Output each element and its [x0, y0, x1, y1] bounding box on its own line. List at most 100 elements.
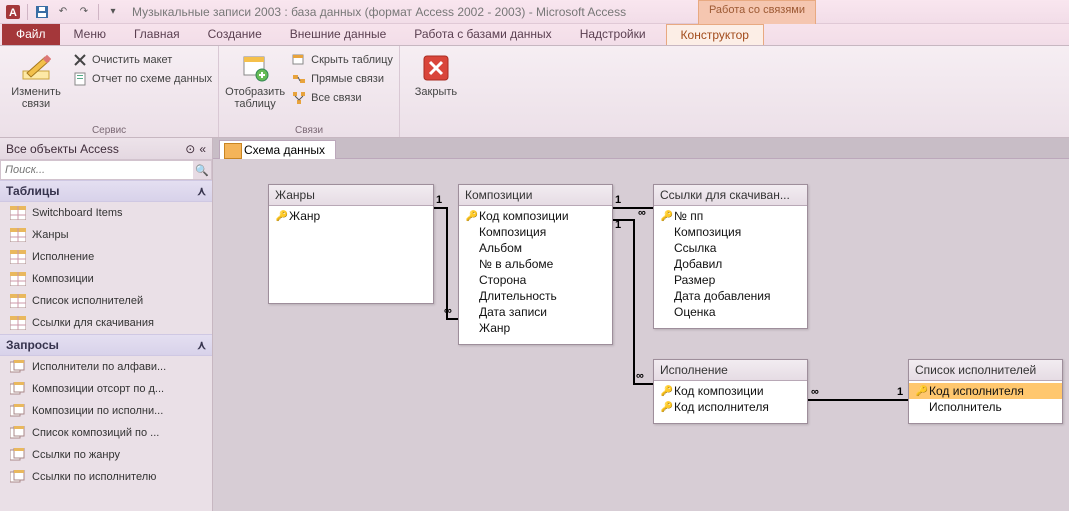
edit-relations-icon: [20, 52, 52, 84]
field-name: Жанр: [289, 209, 320, 223]
document-tab-label: Схема данных: [244, 143, 325, 157]
nav-table-item[interactable]: Список исполнителей: [0, 290, 212, 312]
nav-table-item[interactable]: Исполнение: [0, 246, 212, 268]
nav-query-item[interactable]: Ссылки по исполнителю: [0, 466, 212, 488]
close-button[interactable]: Закрыть: [406, 48, 466, 98]
schema-field[interactable]: Альбом: [459, 240, 612, 256]
schema-table-links[interactable]: Ссылки для скачиван... 🔑№ ппКомпозицияСс…: [653, 184, 808, 329]
nav-query-item[interactable]: Композиции по исполни...: [0, 400, 212, 422]
schema-field[interactable]: Исполнитель: [909, 399, 1062, 415]
qat-more-icon[interactable]: ▾: [104, 3, 122, 21]
schema-field[interactable]: 🔑Код композиции: [654, 383, 807, 399]
search-input[interactable]: [1, 162, 193, 178]
nav-item-label: Switchboard Items: [32, 207, 122, 219]
hide-table-label: Скрыть таблицу: [311, 54, 393, 66]
schema-table-performance[interactable]: Исполнение 🔑Код композиции🔑Код исполните…: [653, 359, 808, 424]
nav-item-label: Список исполнителей: [32, 295, 143, 307]
field-name: Сторона: [479, 273, 526, 287]
show-table-button[interactable]: Отобразить таблицу: [225, 48, 285, 110]
nav-collapse-icon[interactable]: «: [199, 142, 206, 156]
field-name: Оценка: [674, 305, 716, 319]
schema-field[interactable]: 🔑Жанр: [269, 208, 433, 224]
clear-layout-label: Очистить макет: [92, 54, 172, 66]
nav-header[interactable]: Все объекты Access ⊙ «: [0, 138, 212, 160]
field-name: Исполнитель: [929, 400, 1002, 414]
nav-group-queries[interactable]: Запросы ⋏: [0, 334, 212, 356]
nav-query-item[interactable]: Композиции отсорт по д...: [0, 378, 212, 400]
save-icon[interactable]: [33, 3, 51, 21]
undo-icon[interactable]: ↶: [54, 3, 72, 21]
schema-report-button[interactable]: Отчет по схеме данных: [72, 71, 212, 87]
direct-relations-button[interactable]: Прямые связи: [291, 71, 393, 87]
schema-table-compositions[interactable]: Композиции 🔑Код композицииКомпозицияАльб…: [458, 184, 613, 345]
tab-designer[interactable]: Конструктор: [666, 24, 764, 45]
schema-field[interactable]: 🔑Код исполнителя: [654, 399, 807, 415]
nav-query-item[interactable]: Список композиций по ...: [0, 422, 212, 444]
nav-item-label: Список композиций по ...: [32, 427, 159, 439]
nav-query-item[interactable]: Исполнители по алфави...: [0, 356, 212, 378]
nav-table-item[interactable]: Switchboard Items: [0, 202, 212, 224]
schema-field[interactable]: Ссылка: [654, 240, 807, 256]
app-icon[interactable]: A: [4, 3, 22, 21]
query-icon: [10, 382, 26, 396]
tab-dbtools[interactable]: Работа с базами данных: [400, 24, 565, 45]
quick-access-toolbar: A ↶ ↷ ▾: [4, 3, 122, 21]
key-icon: 🔑: [915, 386, 929, 397]
nav-query-item[interactable]: Ссылки по жанру: [0, 444, 212, 466]
redo-icon[interactable]: ↷: [75, 3, 93, 21]
nav-table-item[interactable]: Жанры: [0, 224, 212, 246]
file-tab[interactable]: Файл: [2, 24, 60, 45]
tab-home[interactable]: Главная: [120, 24, 194, 45]
field-name: Композиция: [479, 225, 546, 239]
schema-field[interactable]: Сторона: [459, 272, 612, 288]
schema-field[interactable]: Размер: [654, 272, 807, 288]
tab-menu[interactable]: Меню: [60, 24, 120, 45]
schema-field[interactable]: 🔑Код исполнителя: [909, 383, 1062, 399]
tab-create[interactable]: Создание: [194, 24, 276, 45]
edit-relations-button[interactable]: Изменить связи: [6, 48, 66, 110]
ribbon-group-label-relations: Связи: [219, 125, 399, 136]
collapse-icon: ⋏: [197, 184, 206, 198]
schema-field[interactable]: Добавил: [654, 256, 807, 272]
all-relations-button[interactable]: Все связи: [291, 90, 393, 106]
show-table-label: Отобразить таблицу: [225, 86, 285, 110]
nav-table-item[interactable]: Ссылки для скачивания: [0, 312, 212, 334]
table-icon: [10, 250, 26, 264]
schema-field[interactable]: Оценка: [654, 304, 807, 320]
search-icon[interactable]: 🔍: [193, 161, 211, 179]
relation-line: [446, 207, 448, 319]
schema-canvas[interactable]: Жанры 🔑Жанр Композиции 🔑Код композицииКо…: [213, 158, 1069, 511]
nav-item-label: Ссылки по жанру: [32, 449, 120, 461]
cardinality-many: ∞: [811, 386, 819, 398]
field-name: Размер: [674, 273, 715, 287]
schema-table-genres[interactable]: Жанры 🔑Жанр: [268, 184, 434, 304]
key-icon: 🔑: [660, 402, 674, 413]
nav-search: 🔍: [0, 160, 212, 180]
nav-dropdown-icon[interactable]: ⊙: [185, 142, 195, 156]
hide-table-button[interactable]: Скрыть таблицу: [291, 52, 393, 68]
document-tab[interactable]: Схема данных: [219, 140, 336, 159]
nav-table-item[interactable]: Композиции: [0, 268, 212, 290]
field-name: Ссылка: [674, 241, 716, 255]
ribbon-group-close: Закрыть: [400, 46, 472, 137]
field-name: Длительность: [479, 289, 557, 303]
nav-group-tables[interactable]: Таблицы ⋏: [0, 180, 212, 202]
schema-table-performers[interactable]: Список исполнителей 🔑Код исполнителяИспо…: [908, 359, 1063, 424]
cardinality-many: ∞: [638, 207, 646, 219]
tab-external[interactable]: Внешние данные: [276, 24, 401, 45]
schema-field[interactable]: Дата записи: [459, 304, 612, 320]
cardinality-one: 1: [897, 386, 903, 398]
schema-field[interactable]: Длительность: [459, 288, 612, 304]
schema-field[interactable]: Дата добавления: [654, 288, 807, 304]
schema-field[interactable]: Композиция: [654, 224, 807, 240]
cardinality-many: ∞: [636, 370, 644, 382]
schema-field[interactable]: 🔑№ пп: [654, 208, 807, 224]
clear-layout-button[interactable]: Очистить макет: [72, 52, 212, 68]
tab-addins[interactable]: Надстройки: [566, 24, 660, 45]
cardinality-many: ∞: [444, 305, 452, 317]
schema-field[interactable]: 🔑Код композиции: [459, 208, 612, 224]
relation-line: [613, 207, 653, 209]
schema-field[interactable]: № в альбоме: [459, 256, 612, 272]
schema-field[interactable]: Композиция: [459, 224, 612, 240]
schema-field[interactable]: Жанр: [459, 320, 612, 336]
